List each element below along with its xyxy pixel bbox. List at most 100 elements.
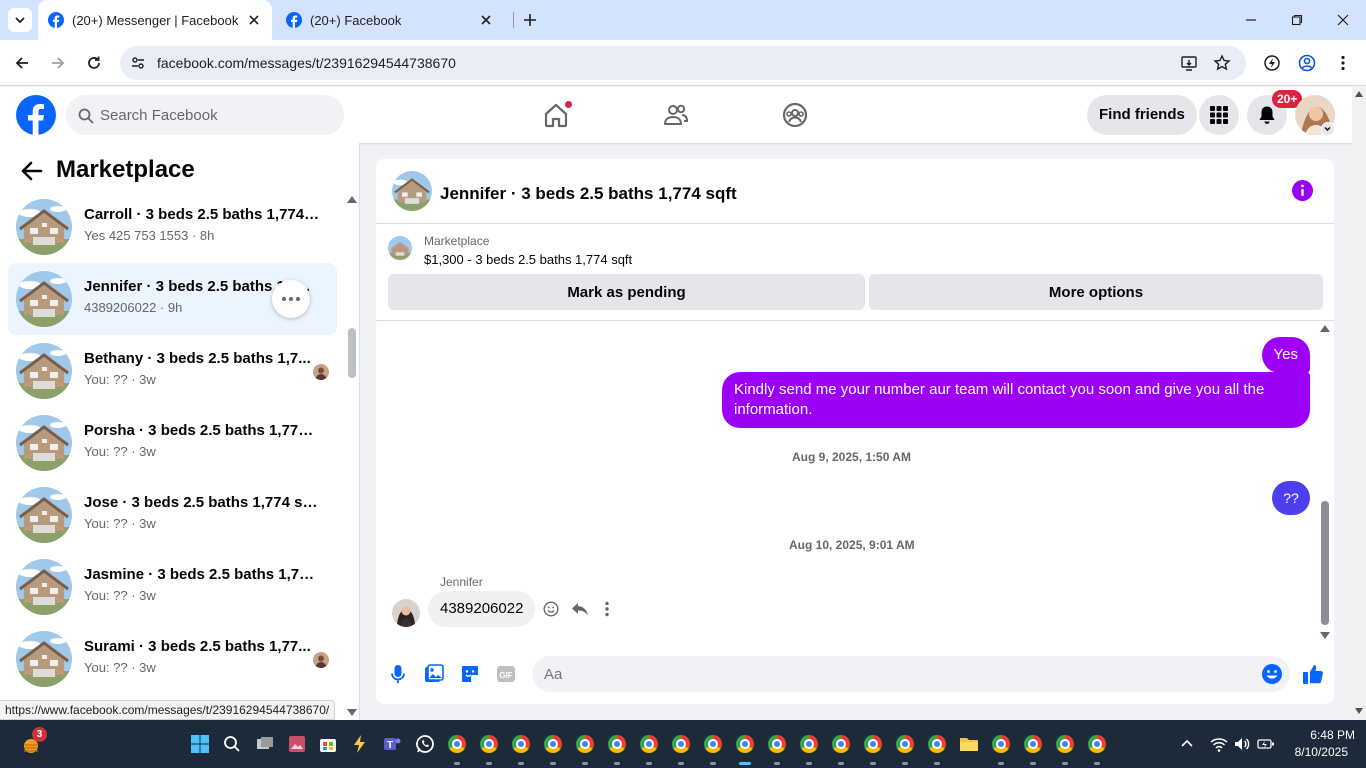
scroll-up-icon[interactable]	[347, 196, 357, 203]
reply-icon[interactable]	[571, 601, 589, 617]
sticker-icon[interactable]	[460, 664, 480, 684]
tab-messenger[interactable]: (20+) Messenger | Facebook	[38, 0, 272, 40]
taskbar-date[interactable]: 8/10/2025	[1283, 745, 1348, 759]
taskbar-chrome-window[interactable]	[509, 732, 533, 756]
message-composer[interactable]	[532, 656, 1290, 692]
show-hidden-icons-button[interactable]	[1175, 732, 1199, 756]
address-bar[interactable]: facebook.com/messages/t/2391629454473867…	[120, 46, 1246, 80]
taskbar-chrome-window[interactable]	[861, 732, 885, 756]
page-scrollbar[interactable]	[1352, 87, 1366, 720]
mark-pending-button[interactable]: Mark as pending	[388, 274, 865, 310]
scroll-down-icon[interactable]	[1355, 708, 1363, 714]
tab-facebook[interactable]: (20+) Facebook	[276, 0, 510, 40]
gif-icon[interactable]: GIF	[496, 664, 516, 684]
more-vertical-icon[interactable]	[604, 601, 610, 617]
taskbar-chrome-window[interactable]	[477, 732, 501, 756]
taskbar-chrome-window[interactable]	[893, 732, 917, 756]
close-tab-icon[interactable]	[246, 12, 262, 28]
taskbar-chrome-window[interactable]	[701, 732, 725, 756]
nav-groups[interactable]	[775, 96, 815, 134]
taskbar-time[interactable]: 6:48 PM	[1283, 728, 1355, 742]
scroll-up-icon[interactable]	[1320, 325, 1330, 332]
back-arrow-icon[interactable]	[21, 161, 43, 181]
more-options-button[interactable]: More options	[869, 274, 1323, 310]
message-outgoing[interactable]: Kindly send me your number aur team will…	[722, 372, 1310, 428]
url-text[interactable]: facebook.com/messages/t/2391629454473867…	[157, 55, 456, 71]
reload-button[interactable]	[80, 49, 108, 77]
nav-friends[interactable]	[656, 96, 696, 134]
find-friends-button[interactable]: Find friends	[1087, 95, 1197, 135]
taskbar-chrome-window[interactable]	[637, 732, 661, 756]
account-menu-caret[interactable]	[1321, 122, 1335, 136]
taskbar-app-photos[interactable]	[285, 732, 309, 756]
search-input[interactable]	[100, 95, 330, 135]
taskbar-app-power[interactable]	[348, 732, 372, 756]
chat-avatar[interactable]	[392, 171, 432, 211]
search-box[interactable]	[66, 95, 344, 135]
nav-home[interactable]	[536, 96, 576, 134]
taskbar-chrome-window[interactable]	[925, 732, 949, 756]
tab-search-button[interactable]	[8, 8, 32, 32]
message-outgoing[interactable]: Yes	[1261, 337, 1310, 373]
taskbar-chrome-window[interactable]	[445, 732, 469, 756]
message-input[interactable]	[544, 656, 1244, 692]
photo-icon[interactable]	[424, 664, 444, 684]
sender-avatar[interactable]	[392, 599, 420, 627]
taskbar-chrome-window[interactable]	[573, 732, 597, 756]
conversation-options-button[interactable]	[272, 280, 310, 318]
scroll-up-icon[interactable]	[1355, 91, 1363, 97]
close-tab-icon[interactable]	[478, 12, 494, 28]
message-incoming[interactable]: 4389206022	[428, 591, 536, 627]
taskbar-chrome-window[interactable]	[989, 732, 1013, 756]
taskbar-chrome-window[interactable]	[797, 732, 821, 756]
back-button[interactable]	[8, 49, 36, 77]
chat-title[interactable]: Jennifer · 3 beds 2.5 baths 1,774 sqft	[440, 184, 737, 204]
info-icon[interactable]	[1292, 180, 1313, 201]
taskbar-app-whatsapp[interactable]	[413, 732, 437, 756]
list-scrollbar-thumb[interactable]	[348, 328, 356, 378]
new-tab-button[interactable]	[518, 8, 542, 32]
taskbar-chrome-window[interactable]	[829, 732, 853, 756]
message-scrollbar-thumb[interactable]	[1321, 501, 1329, 625]
microphone-icon[interactable]	[390, 664, 406, 684]
forward-button[interactable]	[44, 49, 72, 77]
taskbar-chrome-window[interactable]	[765, 732, 789, 756]
task-view-button[interactable]	[253, 732, 277, 756]
taskbar-chrome-window[interactable]	[1021, 732, 1045, 756]
site-info-icon[interactable]	[130, 55, 146, 71]
emoji-icon[interactable]	[1261, 663, 1283, 685]
wifi-status[interactable]	[1207, 732, 1231, 756]
taskbar-chrome-window[interactable]	[605, 732, 629, 756]
react-emoji-icon[interactable]	[543, 601, 559, 617]
taskbar-app-teams[interactable]: T	[380, 732, 404, 756]
menu-button[interactable]	[1199, 95, 1239, 135]
conversation-item[interactable]: Surami · 3 beds 2.5 baths 1,77... You: ??…	[8, 623, 337, 695]
facebook-logo-icon[interactable]	[16, 95, 56, 135]
bookmark-star-icon[interactable]	[1213, 54, 1231, 72]
close-window-button[interactable]	[1320, 0, 1366, 40]
conversation-item[interactable]: Carroll · 3 beds 2.5 baths 1,774 s... Yes…	[8, 191, 337, 263]
taskbar-chrome-window[interactable]	[1085, 732, 1109, 756]
message-outgoing[interactable]: ??	[1272, 481, 1310, 515]
volume-status[interactable]	[1230, 732, 1254, 756]
minimize-button[interactable]	[1228, 0, 1274, 40]
taskbar-chrome-window[interactable]	[733, 732, 757, 756]
conversation-item[interactable]: Jasmine · 3 beds 2.5 baths 1,774 ... You:…	[8, 551, 337, 623]
more-menu-icon[interactable]	[1334, 54, 1352, 72]
restore-button[interactable]	[1274, 0, 1320, 40]
taskbar-app-explorer[interactable]	[957, 732, 981, 756]
extensions-icon[interactable]	[1263, 54, 1281, 72]
thumbs-up-icon[interactable]	[1302, 663, 1324, 685]
taskbar-app-store[interactable]	[316, 732, 340, 756]
conversation-item[interactable]: Porsha · 3 beds 2.5 baths 1,774 s... You:…	[8, 407, 337, 479]
conversation-item[interactable]: Bethany · 3 beds 2.5 baths 1,7... You: ??…	[8, 335, 337, 407]
scroll-down-icon[interactable]	[1320, 632, 1330, 639]
listing-thumbnail[interactable]	[388, 236, 412, 260]
listing-description[interactable]: $1,300 - 3 beds 2.5 baths 1,774 sqft	[424, 252, 632, 267]
taskbar-chrome-window[interactable]	[1053, 732, 1077, 756]
scroll-down-icon[interactable]	[347, 709, 357, 716]
profile-icon[interactable]	[1298, 54, 1316, 72]
battery-status[interactable]	[1254, 732, 1278, 756]
conversation-item[interactable]: Jose · 3 beds 2.5 baths 1,774 sqft You: ?…	[8, 479, 337, 551]
install-app-icon[interactable]	[1180, 54, 1198, 72]
